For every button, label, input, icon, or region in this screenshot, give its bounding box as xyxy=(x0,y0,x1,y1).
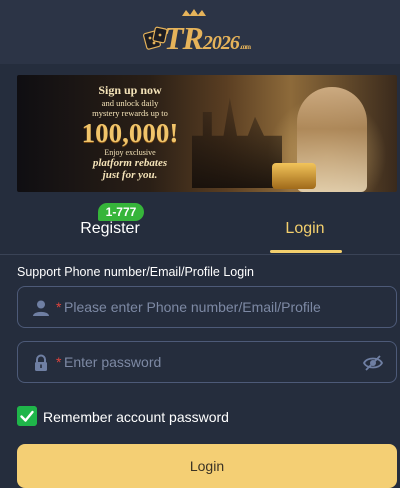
tab-register-label: Register xyxy=(80,220,140,237)
tab-login[interactable]: Login xyxy=(205,202,400,254)
form-title: Support Phone number/Email/Profile Login xyxy=(17,265,254,279)
logo-domain: .com xyxy=(239,43,251,51)
user-icon xyxy=(33,300,49,316)
banner-amount: 100,000! xyxy=(81,118,179,148)
banner-line-5: platform rebates xyxy=(92,157,168,169)
header: TR2026.com xyxy=(0,0,400,64)
phone-email-input[interactable] xyxy=(64,287,364,327)
banner-line-2: and unlock daily xyxy=(101,98,159,108)
remember-checkbox[interactable] xyxy=(17,406,37,426)
tab-register[interactable]: Register 1-777 xyxy=(10,202,210,254)
banner-line-6: just for you. xyxy=(102,169,158,181)
remember-label: Remember account password xyxy=(43,409,229,425)
banner-line-4: Enjoy exclusive xyxy=(104,148,156,157)
treasure-chest-icon xyxy=(272,163,316,189)
banner-text: Sign up now and unlock daily mystery rew… xyxy=(55,83,205,181)
banner-castle-art xyxy=(192,97,282,188)
register-badge: 1-777 xyxy=(98,203,144,221)
banner-line-3: mystery rewards up to xyxy=(92,108,168,118)
tabs-divider xyxy=(0,254,400,255)
password-field[interactable]: * xyxy=(17,341,397,383)
phone-email-field[interactable]: * xyxy=(17,286,397,328)
banner-headline: Sign up now xyxy=(98,83,162,97)
active-tab-indicator xyxy=(270,250,342,253)
password-input[interactable] xyxy=(64,342,364,382)
tab-login-label: Login xyxy=(285,220,325,237)
required-mark: * xyxy=(56,354,62,370)
logo-number: 2026 xyxy=(202,32,240,54)
lock-icon xyxy=(35,354,47,371)
eye-off-icon[interactable] xyxy=(362,353,384,373)
login-button[interactable]: Login xyxy=(17,444,397,488)
promo-banner[interactable]: Sign up now and unlock daily mystery rew… xyxy=(17,75,397,192)
required-mark: * xyxy=(56,299,62,315)
auth-tabs: Register 1-777 Login xyxy=(0,202,400,254)
logo-text: TR2026.com xyxy=(164,20,251,57)
site-logo[interactable]: TR2026.com xyxy=(140,8,270,56)
logo-tr: TR xyxy=(164,20,204,56)
